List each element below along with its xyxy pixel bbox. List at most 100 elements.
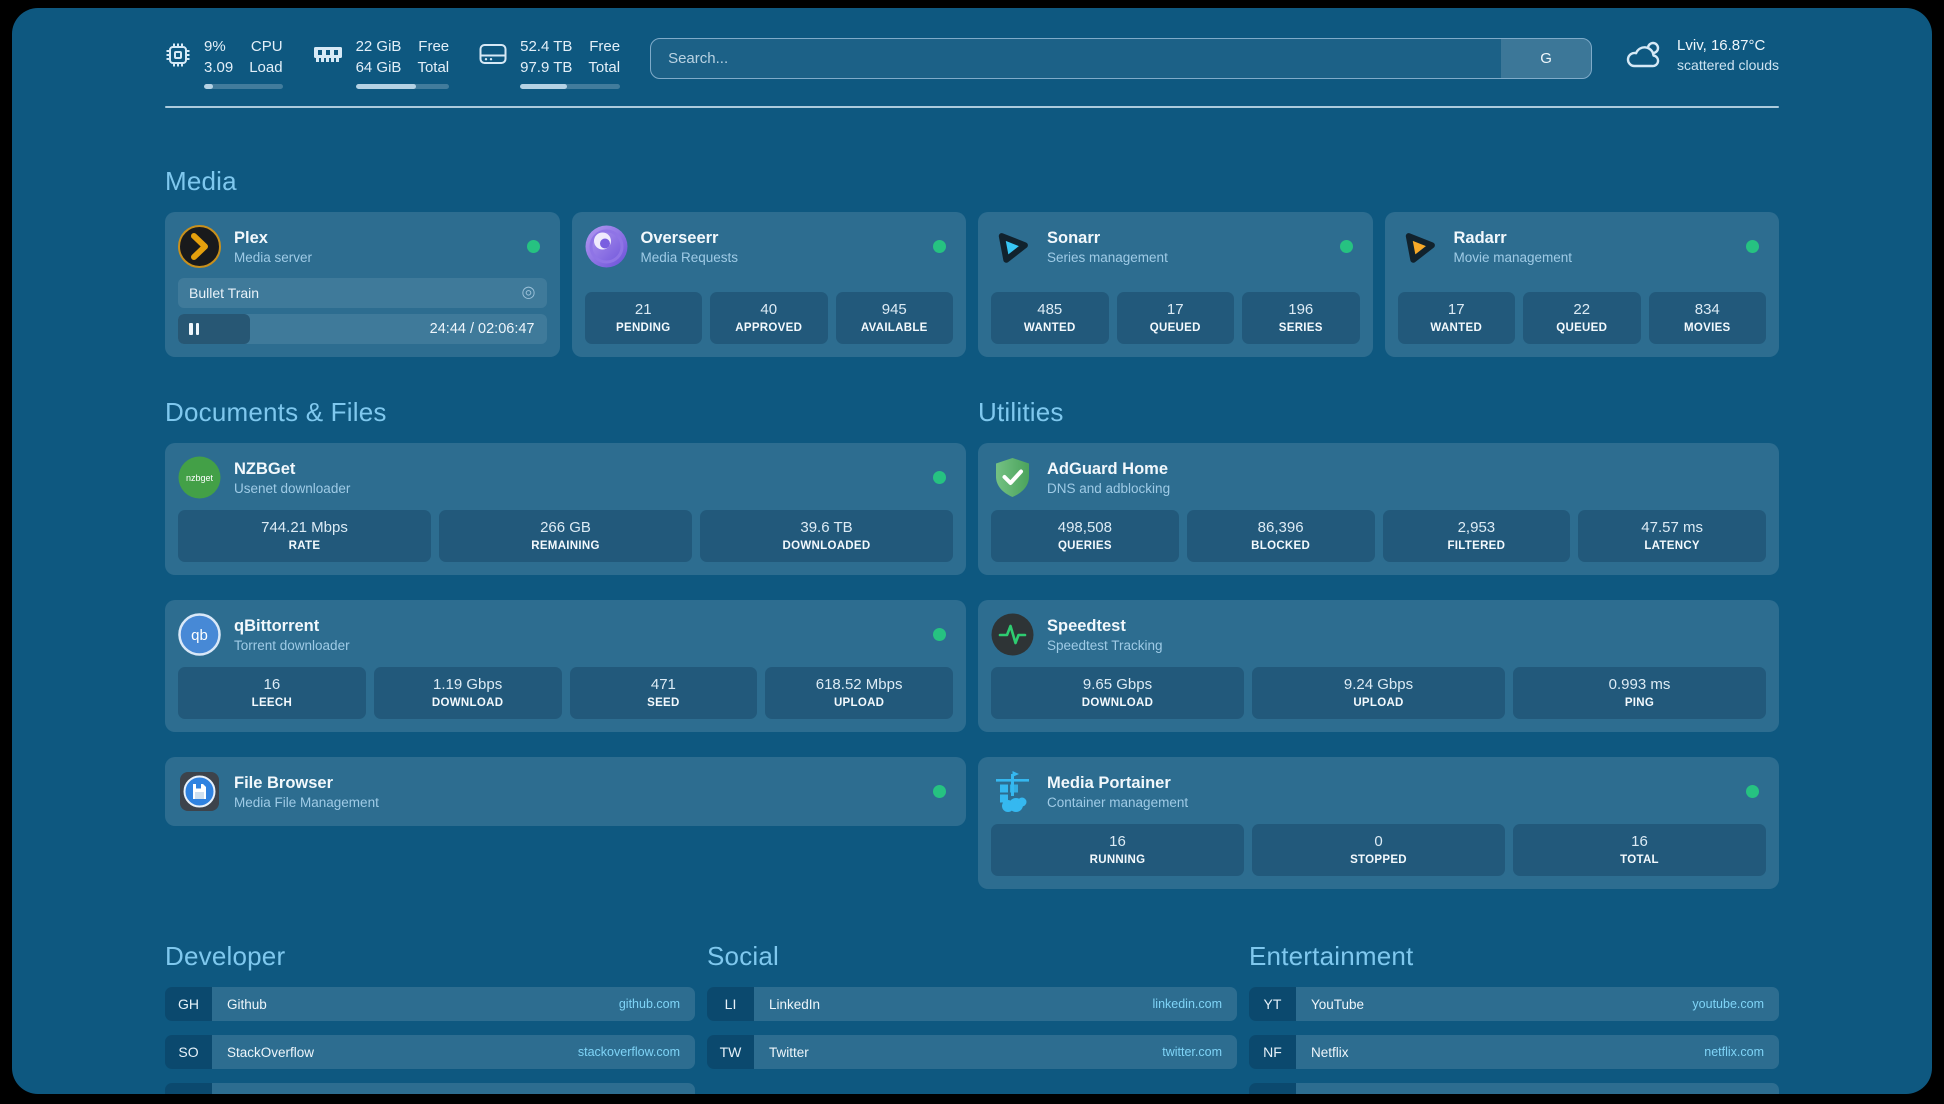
stat-value: 47.57 ms (1582, 519, 1762, 536)
portainer-title: Media Portainer (1047, 774, 1188, 793)
plex-player-time: 24:44 / 02:06:47 (430, 321, 535, 337)
plex-now-playing-row: Bullet Train ◎ (178, 278, 547, 308)
overseerr-icon (585, 225, 628, 268)
stat-label: FILTERED (1387, 540, 1567, 552)
bookmark-github[interactable]: GH Github github.com (165, 987, 695, 1021)
card-adguard[interactable]: AdGuard Home DNS and adblocking 498,508 … (978, 443, 1779, 575)
stat-value: 9.24 Gbps (1256, 676, 1501, 693)
bookmark-dev[interactable]: DT DEV dev.to (165, 1083, 695, 1094)
overseerr-stats: 21 PENDING 40 APPROVED 945 AVAILABLE (585, 281, 954, 344)
bookmark-name: StackOverflow (227, 1045, 314, 1060)
card-nzbget[interactable]: nzbget NZBGet Usenet downloader 74 (165, 443, 966, 575)
card-qbittorrent[interactable]: qb qBittorrent Torrent downloader (165, 600, 966, 732)
stat-value: 744.21 Mbps (182, 519, 427, 536)
stat-upload: 9.24 Gbps UPLOAD (1252, 667, 1505, 719)
weather-location-temp: Lviv, 16.87°C (1677, 37, 1779, 54)
bookmark-reddit[interactable]: RE Reddit reddit.com (1249, 1083, 1779, 1094)
cpu-progress-fill (204, 84, 213, 89)
stat-series: 196 SERIES (1242, 292, 1360, 344)
cpu-progress-track (204, 84, 283, 89)
stat-value: 471 (574, 676, 754, 693)
stat-label: LEECH (182, 697, 362, 709)
memory-free-value: 22 GiB (356, 36, 402, 57)
header-divider (165, 106, 1779, 108)
bookmark-url: stackoverflow.com (578, 1045, 680, 1059)
stat-value: 0.993 ms (1517, 676, 1762, 693)
stat-label: WANTED (995, 322, 1105, 334)
section-heading-entertainment: Entertainment (1249, 941, 1779, 972)
memory-progress-fill (356, 84, 417, 89)
bookmark-abbr: GH (165, 987, 212, 1021)
card-radarr[interactable]: Radarr Movie management 17 WANTED 22 QUE… (1385, 212, 1780, 357)
stat-label: DOWNLOAD (378, 697, 558, 709)
memory-free-label: Free (417, 36, 449, 57)
qbittorrent-subtitle: Torrent downloader (234, 638, 350, 653)
bookmark-url: reddit.com (1706, 1093, 1764, 1094)
adguard-subtitle: DNS and adblocking (1047, 481, 1170, 496)
speedtest-icon (991, 613, 1034, 656)
bookmark-body: Github github.com (212, 987, 695, 1021)
bookmark-url: youtube.com (1692, 997, 1764, 1011)
stat-value: 40 (714, 301, 824, 318)
card-speedtest[interactable]: Speedtest Speedtest Tracking 9.65 Gbps D… (978, 600, 1779, 732)
plex-now-playing-title: Bullet Train (189, 285, 259, 301)
search-input[interactable] (651, 39, 1501, 78)
disk-icon (479, 42, 507, 66)
memory-stats: 22 GiB 64 GiB Free Total (356, 36, 450, 89)
portainer-stats: 16 RUNNING 0 STOPPED 16 TOTAL (991, 813, 1766, 876)
stat-upload: 618.52 Mbps UPLOAD (765, 667, 953, 719)
bookmark-group-entertainment: Entertainment YT YouTube youtube.com NF … (1249, 941, 1779, 1094)
stat-downloaded: 39.6 TB DOWNLOADED (700, 510, 953, 562)
pause-icon[interactable] (189, 323, 199, 335)
qbittorrent-icon: qb (178, 613, 221, 656)
bookmark-stackoverflow[interactable]: SO StackOverflow stackoverflow.com (165, 1035, 695, 1069)
stat-label: AVAILABLE (840, 322, 950, 334)
stat-value: 86,396 (1191, 519, 1371, 536)
stat-value: 16 (1517, 833, 1762, 850)
card-overseerr[interactable]: Overseerr Media Requests 21 PENDING 40 A… (572, 212, 967, 357)
nzbget-stats: 744.21 Mbps RATE 266 GB REMAINING 39.6 T… (178, 499, 953, 562)
bookmark-youtube[interactable]: YT YouTube youtube.com (1249, 987, 1779, 1021)
stat-label: UPLOAD (769, 697, 949, 709)
stat-blocked: 86,396 BLOCKED (1187, 510, 1375, 562)
stat-label: SERIES (1246, 322, 1356, 334)
target-icon[interactable]: ◎ (522, 285, 536, 301)
card-portainer[interactable]: Media Portainer Container management 16 … (978, 757, 1779, 889)
resource-widget-memory: 22 GiB 64 GiB Free Total (313, 36, 450, 89)
search-provider-button[interactable]: G (1501, 39, 1591, 78)
stat-label: DOWNLOAD (995, 697, 1240, 709)
bookmark-abbr: SO (165, 1035, 212, 1069)
bookmark-linkedin[interactable]: LI LinkedIn linkedin.com (707, 987, 1237, 1021)
card-sonarr[interactable]: Sonarr Series management 485 WANTED 17 Q… (978, 212, 1373, 357)
radarr-header: Radarr Movie management (1398, 225, 1767, 268)
section-heading-documents: Documents & Files (165, 397, 966, 428)
stat-ping: 0.993 ms PING (1513, 667, 1766, 719)
speedtest-subtitle: Speedtest Tracking (1047, 638, 1163, 653)
card-filebrowser[interactable]: File Browser Media File Management (165, 757, 966, 826)
stat-label: LATENCY (1582, 540, 1762, 552)
bookmark-twitter[interactable]: TW Twitter twitter.com (707, 1035, 1237, 1069)
stat-label: QUERIES (995, 540, 1175, 552)
bookmark-name: Github (227, 997, 267, 1012)
bookmark-url: dev.to (647, 1093, 680, 1094)
stat-value: 196 (1246, 301, 1356, 318)
card-plex[interactable]: Plex Media server Bullet Train ◎ (165, 212, 560, 357)
plex-title: Plex (234, 229, 312, 248)
bookmark-abbr: TW (707, 1035, 754, 1069)
radarr-title: Radarr (1454, 229, 1573, 248)
bookmark-netflix[interactable]: NF Netflix netflix.com (1249, 1035, 1779, 1069)
resource-widget-disk: 52.4 TB 97.9 TB Free Total (479, 36, 620, 89)
filebrowser-titles: File Browser Media File Management (234, 774, 379, 810)
disk-progress-fill (520, 84, 567, 89)
stat-seed: 471 SEED (570, 667, 758, 719)
stat-label: STOPPED (1256, 854, 1501, 866)
disk-total-value: 97.9 TB (520, 57, 572, 78)
disk-progress-track (520, 84, 620, 89)
stat-leech: 16 LEECH (178, 667, 366, 719)
stat-value: 9.65 Gbps (995, 676, 1240, 693)
stat-value: 485 (995, 301, 1105, 318)
stat-value: 2,953 (1387, 519, 1567, 536)
entertainment-rows: YT YouTube youtube.com NF Netflix netfli… (1249, 987, 1779, 1094)
stat-value: 17 (1121, 301, 1231, 318)
memory-total-value: 64 GiB (356, 57, 402, 78)
